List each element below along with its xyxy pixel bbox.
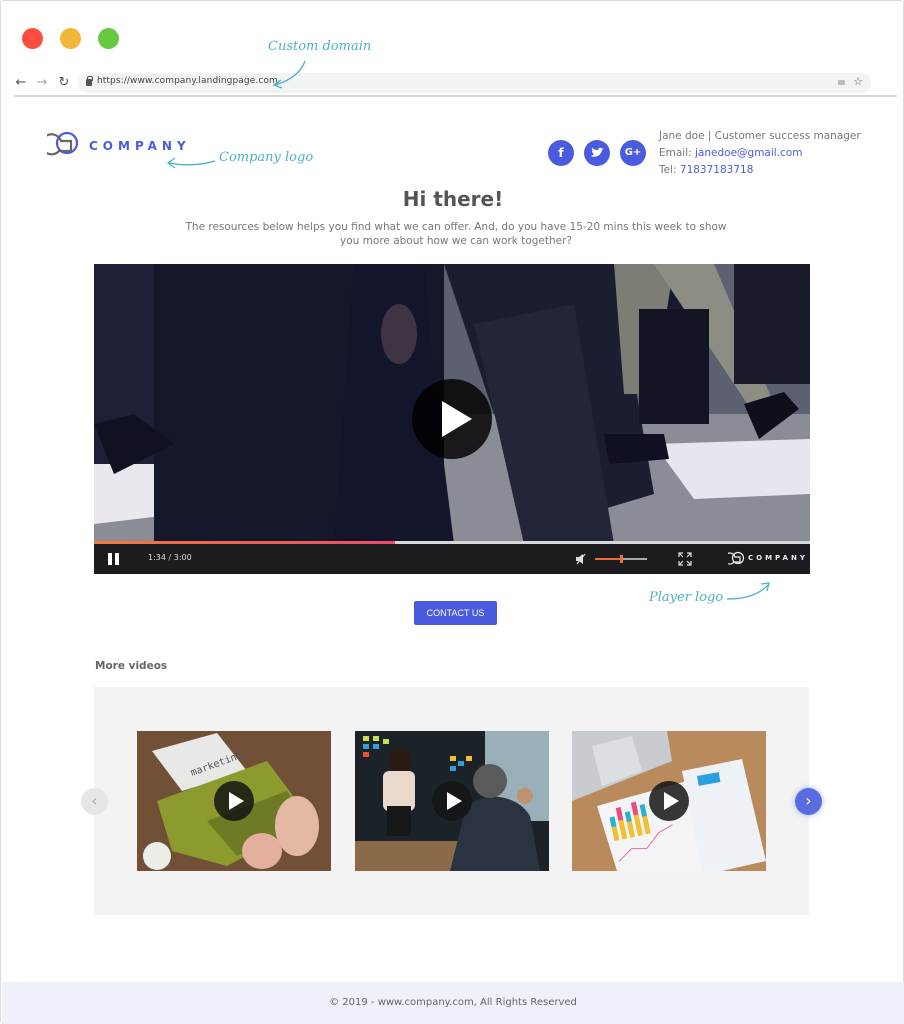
volume-fill [595,558,621,560]
carousel-next-button[interactable]: › [795,788,822,815]
video-thumbnail[interactable]: marketing [137,731,331,871]
tel-link[interactable]: 71837183718 [680,164,754,176]
page-title: Hi there! [402,187,504,211]
volume-slider[interactable] [595,555,647,563]
more-videos-title: More videos [95,660,168,672]
video-player[interactable]: 1:34 / 3:00 COMPANY [94,264,810,574]
page-subtitle: The resources below helps you find what … [185,221,727,247]
twitter-bird-icon [591,147,604,157]
footer-text: © 2019 - www.company.com, All Rights Res… [329,997,577,1008]
lock-icon [86,76,93,86]
annotation-arrow-icon [272,60,306,89]
minimize-window-button[interactable] [60,28,81,49]
volume-knob[interactable] [620,555,623,563]
pause-icon[interactable] [108,553,120,565]
annotation-text: Player logo [649,590,724,605]
annotation-arrow-icon [726,582,770,600]
twitter-icon[interactable] [584,140,610,166]
bookmark-star-icon[interactable]: ☆ [853,75,863,88]
player-logo: COMPANY [728,551,808,567]
url-text[interactable]: https://www.company.landingpage.com [97,76,278,86]
player-controls: 1:34 / 3:00 COMPANY [94,544,810,574]
reload-icon[interactable]: ↻ [57,76,71,90]
play-button[interactable] [412,379,492,459]
time-display: 1:34 / 3:00 [148,553,192,562]
annotation-arrow-icon [166,157,216,169]
toolbar-divider [14,95,897,97]
footer: © 2019 - www.company.com, All Rights Res… [2,982,904,1024]
arrow-right-icon[interactable]: → [35,76,49,90]
google-plus-icon[interactable]: G+ [620,140,646,166]
address-bar[interactable]: https://www.company.landingpage.com ☆ [78,73,871,93]
maximize-window-button[interactable] [98,28,119,49]
logo-mark-icon [47,131,79,156]
tel-label: Tel: [659,164,680,176]
contact-info: Jane doe | Customer success manager Emai… [659,128,861,179]
speaker-muted-icon [576,553,586,565]
email-label: Email: [659,147,696,159]
arrow-left-icon[interactable]: ← [14,76,28,90]
video-thumbnail[interactable] [355,731,549,871]
fullscreen-icon[interactable] [678,552,692,566]
contact-name-title: Jane doe | Customer success manager [659,130,861,142]
email-link[interactable]: janedoe@gmail.com [695,147,802,159]
mute-icon[interactable] [575,553,587,565]
camera-icon[interactable] [838,80,845,85]
video-thumbnail[interactable] [572,731,766,871]
close-window-button[interactable] [22,28,43,49]
annotation-company-logo: Company logo [219,150,313,165]
annotation-custom-domain: Custom domain [268,39,371,54]
browser-window: ← → ↻ https://www.company.landingpage.co… [0,0,904,1024]
contact-email-row: Email: janedoe@gmail.com [659,145,861,162]
thumbnail-play-button[interactable] [214,781,254,821]
thumbnail-play-button[interactable] [649,781,689,821]
carousel-prev-button[interactable]: ‹ [81,788,108,815]
facebook-icon[interactable]: f [548,140,574,166]
thumbnail-play-button[interactable] [432,781,472,821]
player-logo-text: COMPANY [748,554,808,562]
annotation-text: Custom domain [268,39,372,54]
player-logo-mark-icon [728,551,745,565]
annotation-text: Company logo [219,150,314,165]
annotation-player-logo: Player logo [649,590,723,605]
video-carousel: marketing [94,687,809,915]
logo-text: COMPANY [89,139,191,153]
contact-us-button[interactable]: CONTACT US [414,601,497,625]
contact-tel-row: Tel: 71837183718 [659,162,861,179]
